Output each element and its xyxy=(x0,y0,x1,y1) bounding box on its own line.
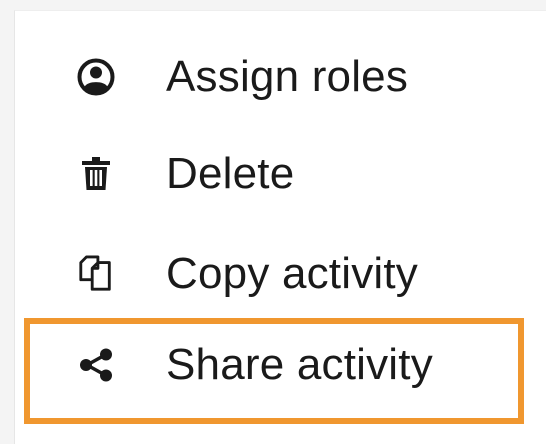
account-circle-icon xyxy=(77,58,115,96)
menu-item-share-activity[interactable]: Share activity xyxy=(15,315,546,415)
menu-item-label: Share activity xyxy=(166,340,433,389)
menu-item-label: Delete xyxy=(166,149,295,198)
page: Assign roles Delete Copy activity Share … xyxy=(0,0,546,444)
menu-item-delete[interactable]: Delete xyxy=(15,124,546,224)
menu-item-label: Copy activity xyxy=(166,249,419,298)
menu-item-label: Assign roles xyxy=(166,52,409,101)
copy-icon xyxy=(77,255,115,293)
trash-icon xyxy=(77,155,115,193)
background-strip xyxy=(0,0,14,444)
context-menu: Assign roles Delete Copy activity Share … xyxy=(14,10,546,444)
menu-item-copy-activity[interactable]: Copy activity xyxy=(15,224,546,324)
menu-item-assign-roles[interactable]: Assign roles xyxy=(15,27,546,127)
share-icon xyxy=(77,346,115,384)
